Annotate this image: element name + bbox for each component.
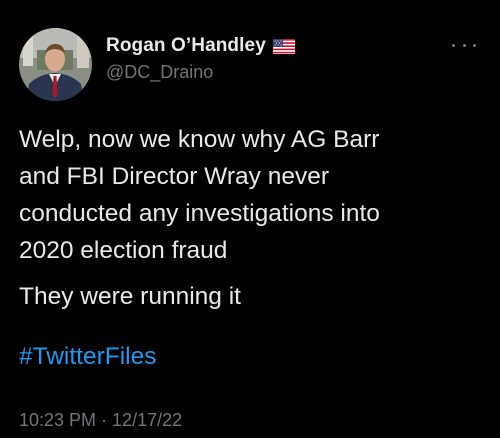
us-flag-icon [272,38,295,54]
dot-icon [462,43,466,47]
avatar[interactable] [19,28,92,101]
tweet-paragraph: Welp, now we know why AG Barr and FBI Di… [19,121,489,269]
tweet-text: Welp, now we know why AG Barr and FBI Di… [19,121,489,315]
tweet-card: Rogan O’Handley @DC_Draino Welp, now we … [0,0,500,438]
tweet-line: and FBI Director Wray never [19,163,329,190]
user-handle[interactable]: @DC_Draino [106,62,213,83]
tweet-line: Welp, now we know why AG Barr [19,126,380,153]
tweet-line: 2020 election fraud [19,237,228,264]
dot-icon [452,43,455,47]
hashtag-link[interactable]: #TwitterFiles [19,338,157,375]
dot-icon [473,43,476,47]
tweet-line: conducted any investigations into [19,200,380,227]
author-name-row[interactable]: Rogan O’Handley [106,35,295,57]
tweet-paragraph-second: They were running it [19,283,241,310]
display-name[interactable]: Rogan O’Handley [106,35,266,57]
more-options-icon[interactable] [452,40,476,50]
tweet-timestamp[interactable]: 10:23 PM · 12/17/22 [19,410,182,431]
